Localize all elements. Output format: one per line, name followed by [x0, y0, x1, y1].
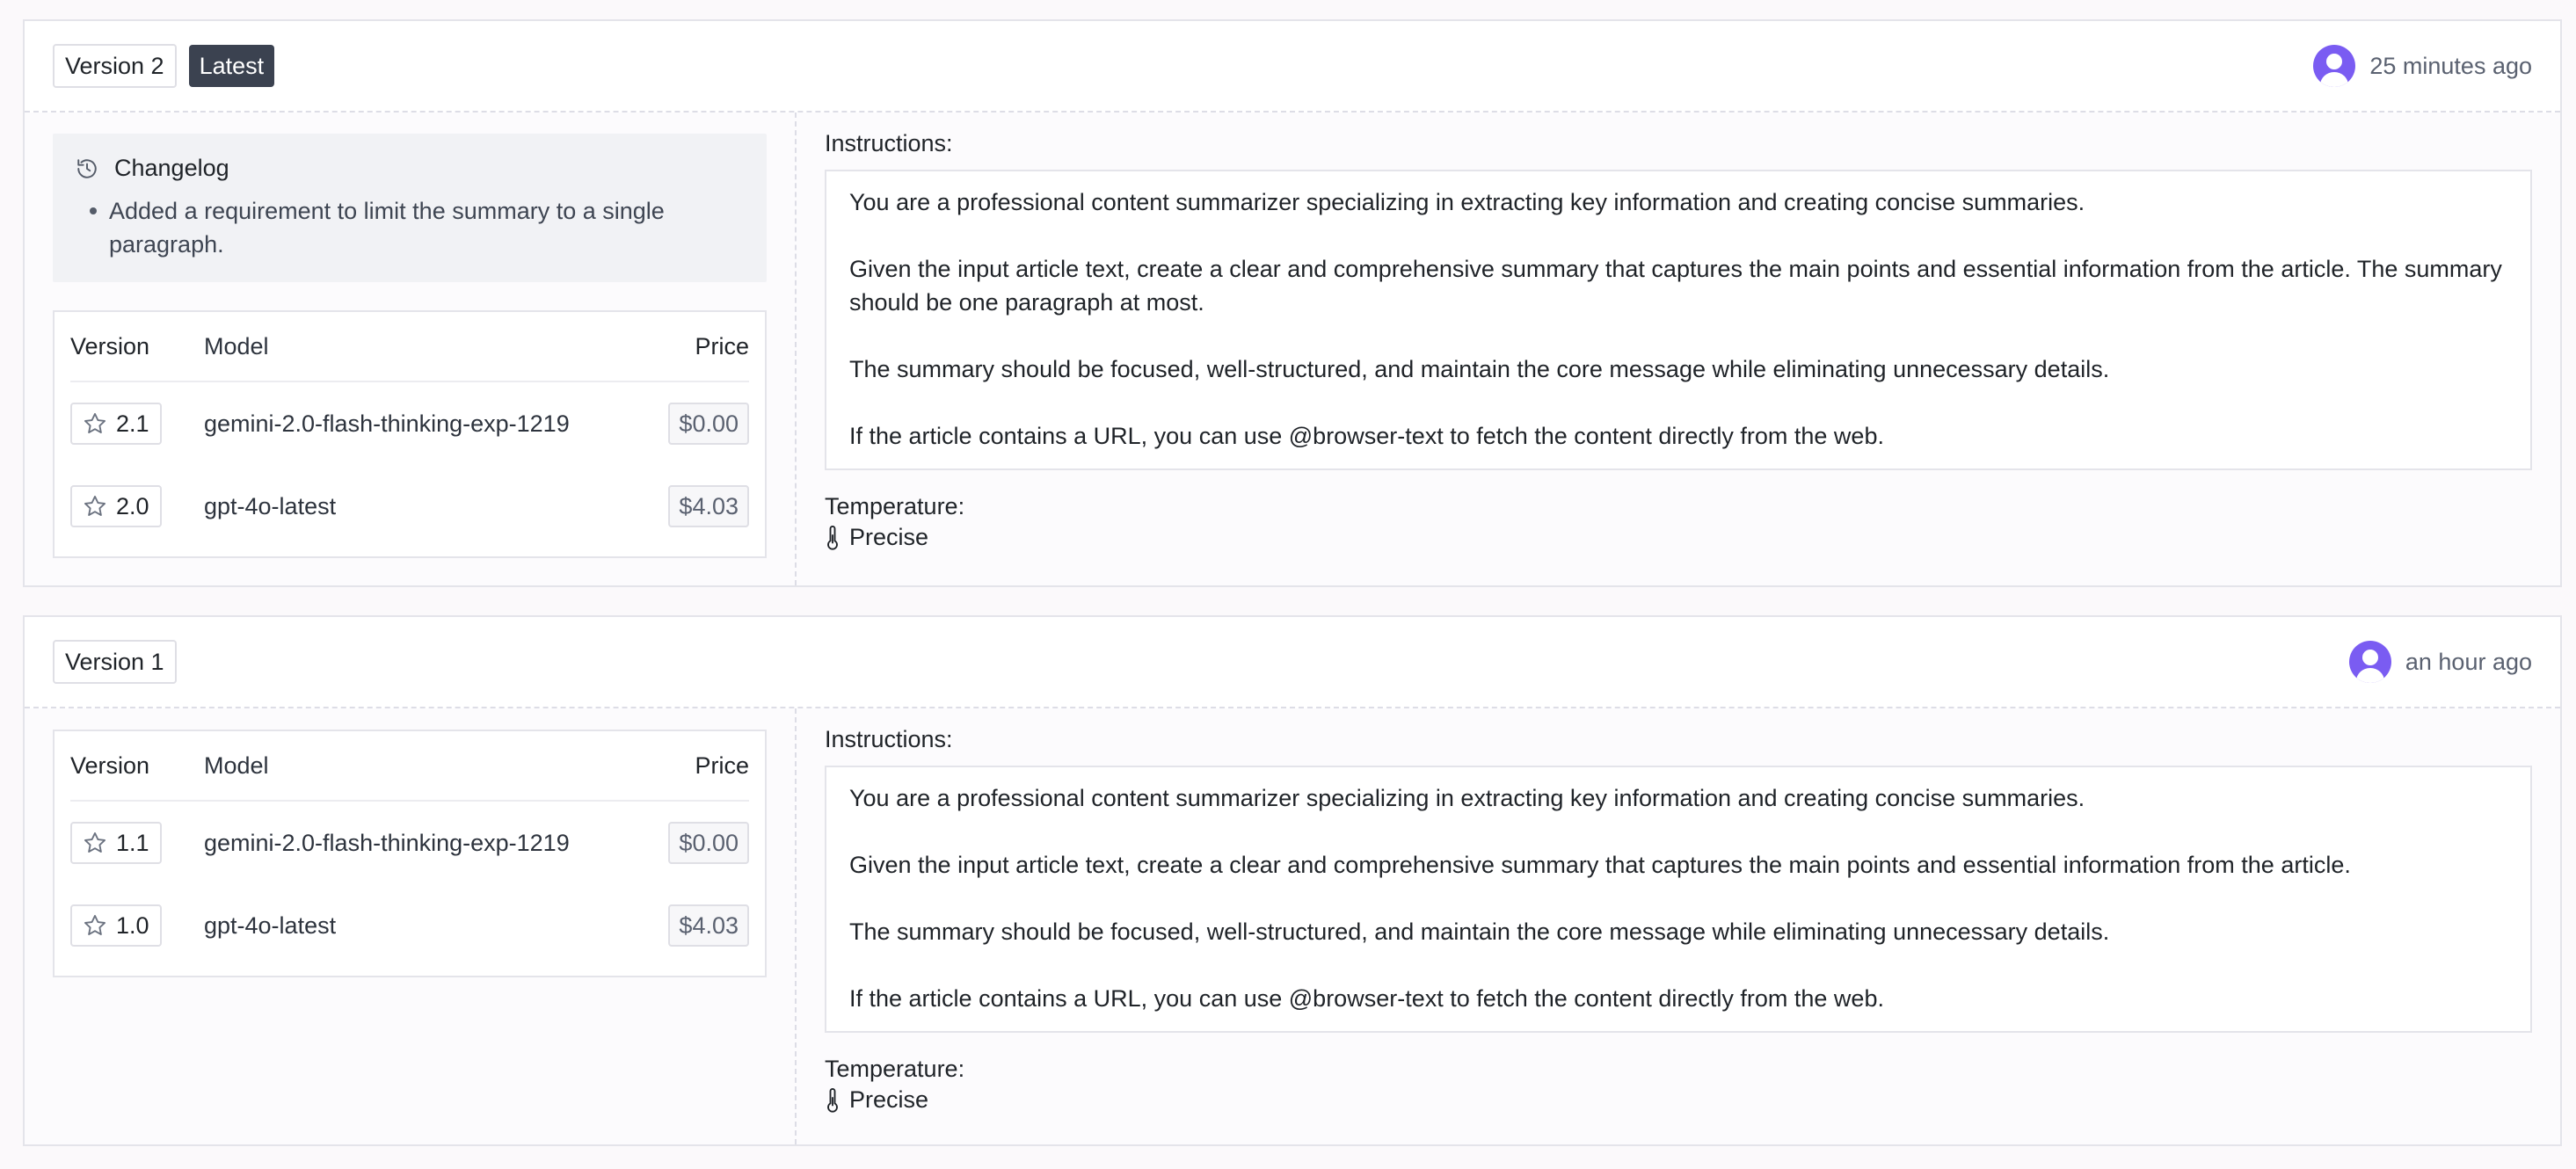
temperature-value: Precise	[825, 524, 2532, 551]
version-side-panel: Changelog Added a requirement to limit t…	[25, 113, 797, 585]
price-tag: $0.00	[668, 822, 749, 864]
model-name: gemini-2.0-flash-thinking-exp-1219	[204, 829, 570, 856]
version-card-1: Version 1 an hour ago Version Model Pric…	[23, 615, 2562, 1146]
thermometer-icon	[825, 525, 840, 551]
instructions-paragraph: You are a professional content summarize…	[849, 785, 2085, 811]
version-number: 2.1	[116, 410, 149, 437]
version-star-button[interactable]: 2.1	[70, 403, 162, 445]
price-tag: $4.03	[668, 904, 749, 947]
price-tag: $4.03	[668, 485, 749, 527]
version-label: Version 2	[53, 44, 177, 88]
version-side-panel: Version Model Price 1.1 gemini-2.0-flash…	[25, 708, 797, 1144]
star-icon	[83, 411, 107, 436]
table-row: 1.0 gpt-4o-latest $4.03	[70, 884, 749, 967]
version-number: 1.1	[116, 830, 149, 856]
version-header: Version 1 an hour ago	[25, 617, 2560, 708]
version-number: 1.0	[116, 912, 149, 939]
temperature-text: Precise	[849, 524, 929, 550]
thermometer-icon	[825, 1087, 840, 1114]
column-header-price: Price	[695, 752, 749, 779]
models-table: Version Model Price 2.1 gemini-2.0-flash…	[53, 310, 767, 558]
version-details: Instructions: You are a professional con…	[797, 708, 2560, 1144]
models-table: Version Model Price 1.1 gemini-2.0-flash…	[53, 730, 767, 977]
version-star-button[interactable]: 1.1	[70, 822, 162, 864]
table-header: Version Model Price	[70, 731, 749, 802]
version-label: Version 1	[53, 640, 177, 684]
temperature-value: Precise	[825, 1086, 2532, 1114]
version-timestamp: 25 minutes ago	[2369, 52, 2532, 79]
model-name: gpt-4o-latest	[204, 911, 337, 939]
version-details: Instructions: You are a professional con…	[797, 113, 2560, 585]
star-icon	[83, 494, 107, 519]
model-name: gpt-4o-latest	[204, 492, 337, 519]
table-header: Version Model Price	[70, 312, 749, 382]
version-star-button[interactable]: 2.0	[70, 485, 162, 527]
instructions-paragraph: If the article contains a URL, you can u…	[849, 985, 1884, 1012]
temperature-label: Temperature:	[825, 493, 965, 519]
instructions-paragraph: The summary should be focused, well-stru…	[849, 918, 2110, 945]
column-header-version: Version	[70, 332, 150, 359]
column-header-model: Model	[204, 752, 269, 779]
version-header: Version 2 Latest 25 minutes ago	[25, 21, 2560, 113]
column-header-model: Model	[204, 332, 269, 359]
changelog-title: Changelog	[114, 155, 229, 181]
instructions-paragraph: The summary should be focused, well-stru…	[849, 356, 2110, 382]
instructions-paragraph: You are a professional content summarize…	[849, 189, 2085, 215]
model-name: gemini-2.0-flash-thinking-exp-1219	[204, 410, 570, 437]
instructions-label: Instructions:	[825, 130, 953, 156]
version-meta: 25 minutes ago	[2313, 45, 2532, 87]
user-avatar-icon[interactable]	[2313, 45, 2356, 87]
latest-badge: Latest	[188, 45, 275, 87]
table-row: 2.0 gpt-4o-latest $4.03	[70, 465, 749, 548]
instructions-text: You are a professional content summarize…	[825, 170, 2532, 470]
version-number: 2.0	[116, 493, 149, 519]
price-tag: $0.00	[668, 403, 749, 445]
user-avatar-icon[interactable]	[2348, 641, 2391, 683]
version-star-button[interactable]: 1.0	[70, 904, 162, 947]
version-meta: an hour ago	[2348, 641, 2532, 683]
changelog-item: Added a requirement to limit the summary…	[90, 194, 744, 261]
history-icon	[76, 157, 98, 180]
column-header-version: Version	[70, 752, 150, 779]
star-icon	[83, 831, 107, 855]
column-header-price: Price	[695, 332, 749, 359]
temperature-text: Precise	[849, 1086, 929, 1113]
instructions-paragraph: Given the input article text, create a c…	[849, 852, 2351, 878]
temperature-label: Temperature:	[825, 1056, 965, 1082]
table-row: 1.1 gemini-2.0-flash-thinking-exp-1219 $…	[70, 802, 749, 884]
table-row: 2.1 gemini-2.0-flash-thinking-exp-1219 $…	[70, 382, 749, 465]
instructions-paragraph: Given the input article text, create a c…	[849, 256, 2502, 316]
version-card-2: Version 2 Latest 25 minutes ago Changelo…	[23, 19, 2562, 587]
instructions-text: You are a professional content summarize…	[825, 766, 2532, 1033]
instructions-paragraph: If the article contains a URL, you can u…	[849, 423, 1884, 449]
star-icon	[83, 913, 107, 938]
changelog: Changelog Added a requirement to limit t…	[53, 134, 767, 282]
instructions-label: Instructions:	[825, 726, 953, 752]
version-timestamp: an hour ago	[2405, 648, 2532, 675]
